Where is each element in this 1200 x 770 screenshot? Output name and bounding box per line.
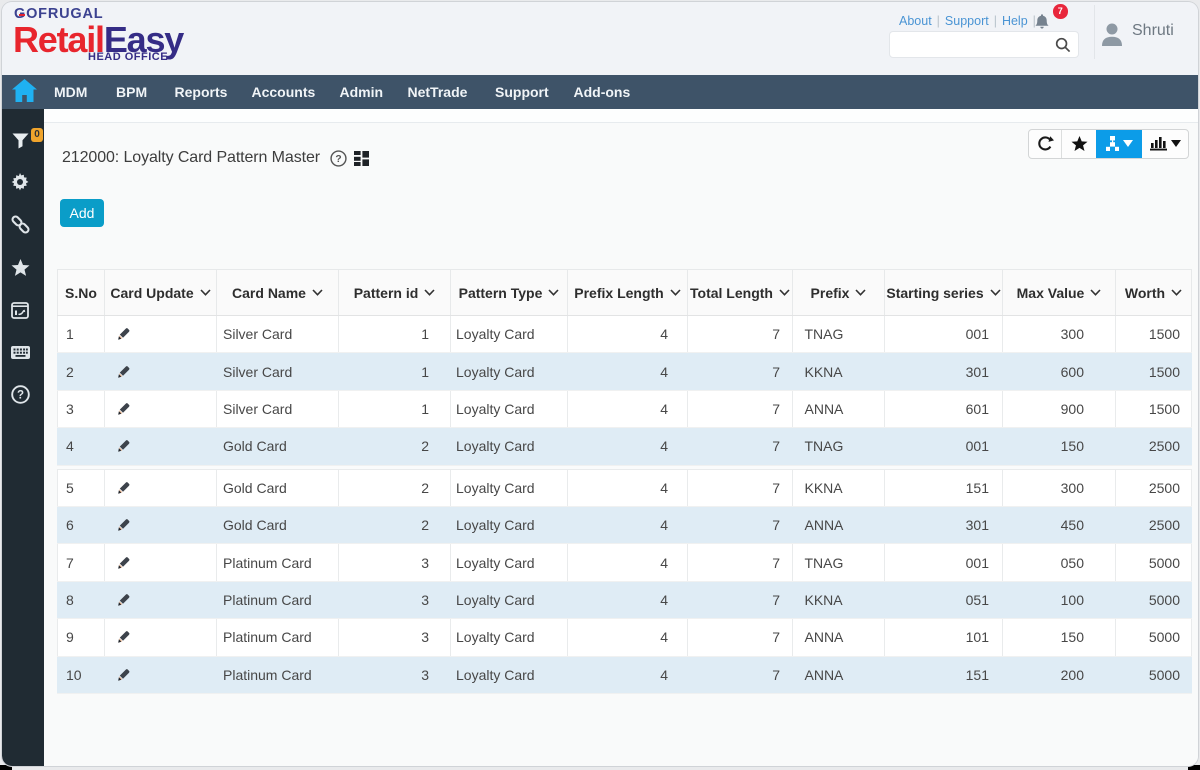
svg-text:?: ? — [16, 389, 23, 401]
svg-text:?: ? — [335, 154, 341, 165]
